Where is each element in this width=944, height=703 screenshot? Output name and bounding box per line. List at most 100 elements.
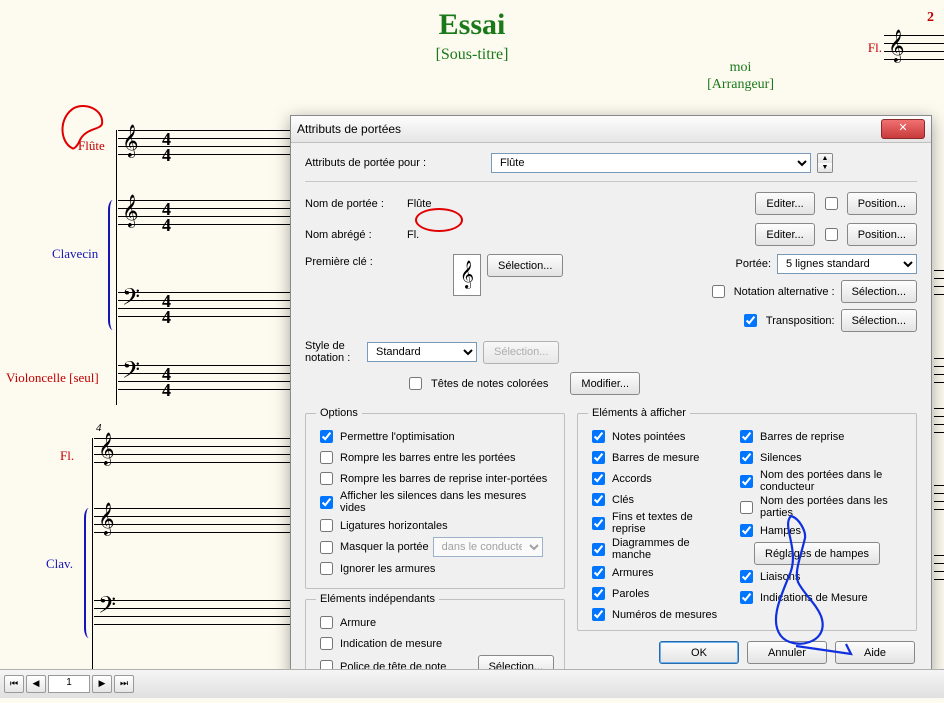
opt-ignorer-armures-checkbox[interactable] [320,562,333,575]
opt-permettre-checkbox[interactable] [320,430,333,443]
options-group: Options Permettre l'optimisation Rompre … [305,407,565,589]
brace-clav-2 [84,508,94,638]
staff-name-label: Nom de portée : [305,198,401,210]
opt-ligatures-checkbox[interactable] [320,519,333,532]
display-elements-legend: Eléments à afficher [588,407,690,419]
modify-button[interactable]: Modifier... [570,372,640,395]
staff-type-select[interactable]: 5 lignes standard [777,254,917,274]
disp-diag-checkbox[interactable] [592,543,605,556]
dialog-title: Attributs de portées [297,122,881,136]
treble-clef-icon: 𝄞 [98,434,115,466]
opt-silences-checkbox[interactable] [320,496,333,509]
indep-armure-label: Armure [340,617,376,629]
position-name-button[interactable]: Position... [847,192,917,215]
staff-flute-2 [94,438,294,470]
disp-barres-mesure-label: Barres de mesure [612,452,699,464]
disp-indic-mesure-label: Indications de Mesure [760,592,868,604]
disp-accords-checkbox[interactable] [592,472,605,485]
notation-style-label-1: Style de [305,340,361,352]
annotation-red-circle-dialog [415,208,463,232]
edit-name-button[interactable]: Editer... [755,192,814,215]
page-number-input[interactable]: 1 [48,675,90,693]
indep-indication-checkbox[interactable] [320,637,333,650]
opt-rompre-reprise-checkbox[interactable] [320,472,333,485]
treble-clef-icon: 𝄞 [122,196,139,228]
help-button[interactable]: Aide [835,641,915,664]
disp-barres-mesure-checkbox[interactable] [592,451,605,464]
colored-noteheads-checkbox[interactable] [409,377,422,390]
notation-style-select-button: Sélection... [483,341,559,364]
score-title: Essai [0,8,944,42]
spinner-up-icon[interactable]: ▲ [818,154,832,163]
disp-barres-reprise-label: Barres de reprise [760,431,844,443]
notation-style-select[interactable]: Standard [367,342,477,362]
nav-next-button[interactable]: ▶ [92,675,112,693]
close-button[interactable]: ✕ [881,119,925,139]
disp-hampes-label: Hampes [760,525,801,537]
disp-fins-checkbox[interactable] [592,517,605,530]
abbr-checkbox[interactable] [825,228,838,241]
hide-staff-scope-select: dans le conducteur [433,537,543,557]
bass-clef-icon: 𝄢 [98,593,116,625]
position-abbr-button[interactable]: Position... [847,223,917,246]
staff-clavecin-bass [118,292,293,324]
clef-select-button[interactable]: Sélection... [487,254,563,277]
instr-fl-right: Fl. [868,40,882,56]
brace-clavecin [108,200,118,330]
instrument-fl-abbr: Fl. [60,448,74,464]
disp-hampes-checkbox[interactable] [740,524,753,537]
opt-rompre-barres-label: Rompre les barres entre les portées [340,452,515,464]
composer-name: moi [707,60,774,77]
disp-armures-checkbox[interactable] [592,566,605,579]
disp-indic-mesure-checkbox[interactable] [740,591,753,604]
nav-prev-button[interactable]: ◀ [26,675,46,693]
alt-notation-label: Notation alternative : [734,286,835,298]
staff-spinner[interactable]: ▲ ▼ [817,153,833,173]
colored-noteheads-label: Têtes de notes colorées [431,378,548,390]
alt-notation-checkbox[interactable] [712,285,725,298]
disp-numeros-checkbox[interactable] [592,608,605,621]
indep-indication-label: Indication de mesure [340,638,442,650]
name-checkbox[interactable] [825,197,838,210]
disp-liaisons-checkbox[interactable] [740,570,753,583]
disp-notes-pointees-checkbox[interactable] [592,430,605,443]
disp-cles-checkbox[interactable] [592,493,605,506]
opt-masquer-checkbox[interactable] [320,541,333,554]
instrument-clavecin: Clavecin [52,246,98,262]
disp-nom-conducteur-checkbox[interactable] [740,475,753,488]
dialog-titlebar[interactable]: Attributs de portées ✕ [291,116,931,143]
bass-clef-icon: 𝄢 [122,358,140,390]
transposition-checkbox[interactable] [744,314,757,327]
disp-nom-parties-label: Nom des portées dans les parties [760,495,906,519]
transposition-select-button[interactable]: Sélection... [841,309,917,332]
staff-edge [934,555,944,587]
nav-last-button[interactable]: ⏭ [114,675,134,693]
spinner-down-icon[interactable]: ▼ [818,163,832,172]
staff-type-label: Portée: [736,258,771,270]
disp-paroles-label: Paroles [612,588,649,600]
disp-paroles-checkbox[interactable] [592,587,605,600]
instrument-clav-abbr: Clav. [46,556,73,572]
time-signature: 44 [162,293,171,325]
time-signature: 44 [162,201,171,233]
options-legend: Options [316,407,362,419]
cancel-button[interactable]: Annuler [747,641,827,664]
staff-flute-1 [118,130,293,162]
edit-abbr-button[interactable]: Editer... [755,223,814,246]
nav-first-button[interactable]: ⏮ [4,675,24,693]
abbr-name-label: Nom abrégé : [305,229,401,241]
staff-clavecin-treble [118,200,293,232]
time-signature: 44 [162,131,171,163]
independent-elements-legend: Eléments indépendants [316,593,439,605]
indep-armure-checkbox[interactable] [320,616,333,629]
stem-settings-button[interactable]: Réglages de hampes [754,542,880,565]
disp-nom-parties-checkbox[interactable] [740,501,753,514]
alt-notation-select-button[interactable]: Sélection... [841,280,917,303]
disp-silences-checkbox[interactable] [740,451,753,464]
ok-button[interactable]: OK [659,641,739,664]
staff-clav-2-treble [94,508,294,540]
staff-selector[interactable]: Flûte [491,153,811,173]
opt-rompre-barres-checkbox[interactable] [320,451,333,464]
disp-barres-reprise-checkbox[interactable] [740,430,753,443]
disp-silences-label: Silences [760,452,802,464]
